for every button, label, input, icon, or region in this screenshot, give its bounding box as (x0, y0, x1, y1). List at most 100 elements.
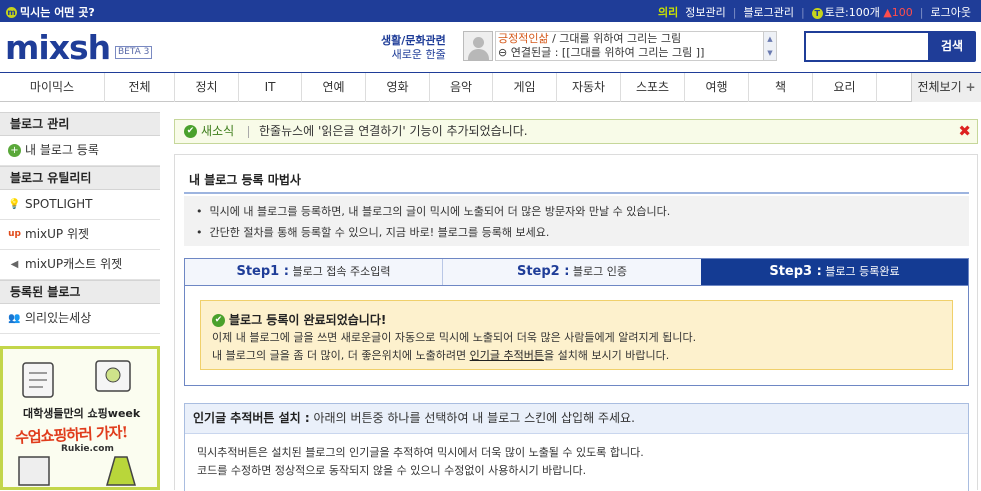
sidebar-item-mixup-widget[interactable]: up mixUP 위젯 (0, 220, 160, 250)
sidebar-item-label: mixUP 위젯 (25, 227, 90, 241)
install-section: 인기글 추적버튼 설치 : 아래의 버튼중 하나를 선택하여 내 블로그 스킨에… (184, 403, 969, 491)
check-icon: ✔ (212, 313, 225, 327)
step-label: 블로그 인증 (569, 265, 628, 278)
tab-politics[interactable]: 정치 (175, 73, 239, 102)
install-desc: 아래의 버튼중 하나를 선택하여 내 블로그 스킨에 삽입해 주세요. (309, 411, 635, 425)
category-label[interactable]: 생활/문화관련 (381, 34, 446, 48)
token-icon: T (811, 8, 823, 19)
step-number: Step3 : (769, 264, 822, 279)
featured-blog-name[interactable]: 긍정적인삶 (498, 32, 549, 45)
notice-text[interactable]: 한줄뉴스에 '읽은글 연결하기' 기능이 추가되었습니다. (259, 120, 528, 143)
help-link[interactable]: m 믹시는 어떤 곳? (6, 4, 95, 20)
token-count: 토큰:100개 (824, 6, 880, 19)
info-box: • 믹시에 내 블로그를 등록하면, 내 블로그의 글이 믹시에 노출되어 더 … (184, 196, 969, 246)
sidebar-item-label: SPOTLIGHT (25, 197, 93, 211)
close-icon[interactable]: ✖ (958, 120, 971, 143)
sidebar-heading-utility: 블로그 유틸리티 (0, 166, 160, 190)
help-link-label: 믹시는 어떤 곳? (20, 6, 95, 19)
link-icon: ⊖ (498, 46, 508, 59)
divider: | (801, 5, 805, 19)
step-3: Step3 : 블로그 등록완료 (701, 259, 968, 285)
token-delta: ▲100 (883, 6, 913, 19)
tab-it[interactable]: IT (239, 73, 302, 102)
tab-movie[interactable]: 영화 (366, 73, 430, 102)
banner-line1: 대학생들만의 쇼핑week (23, 407, 141, 420)
top-bar: m 믹시는 어떤 곳? 의리 정보관리 | 블로그관리 | T 토큰:100개 ▲1… (0, 0, 981, 22)
tab-all[interactable]: 전체 (105, 73, 175, 102)
sidebar-item-my-blog[interactable]: 👥 의리있는세상 (0, 304, 160, 334)
info-line-1: • 믹시에 내 블로그를 등록하면, 내 블로그의 글이 믹시에 노출되어 더 … (196, 205, 671, 218)
add-icon: + (8, 144, 21, 157)
lightbulb-icon: 💡 (8, 199, 21, 210)
info-line-2: • 간단한 절차를 통해 등록할 수 있으니, 지금 바로! 블로그를 등록해 … (196, 226, 550, 239)
step-label: 블로그 등록완료 (821, 265, 900, 278)
plus-icon: + (965, 80, 976, 94)
ad-banner[interactable]: 대학생들만의 쇼핑week 수업쇼핑하러 가자! Rukie.com (0, 346, 160, 490)
step-number: Step1 : (236, 264, 289, 279)
category-nav: 마이믹스 전체 정치 IT 연예 영화 음악 게임 자동차 스포츠 여행 책 요… (0, 72, 981, 102)
tab-sports[interactable]: 스포츠 (621, 73, 685, 102)
sidebar: 블로그 관리 + 내 블로그 등록 블로그 유틸리티 💡 SPOTLIGHT up m… (0, 112, 160, 334)
sidebar-heading-blog-manage: 블로그 관리 (0, 112, 160, 136)
token-link[interactable]: T 토큰:100개 ▲100 (811, 4, 913, 20)
scroll-up-icon[interactable]: ▲ (764, 32, 776, 46)
step-2: Step2 : 블로그 인증 (443, 259, 701, 285)
mixsh-m-icon: m (6, 6, 17, 18)
tab-entertainment[interactable]: 연예 (302, 73, 366, 102)
divider: | (732, 5, 737, 19)
completion-message: ✔ 블로그 등록이 완료되었습니다! 이제 내 블로그에 글을 쓰면 새로운글이 … (200, 300, 953, 370)
register-wizard: 내 블로그 등록 마법사 • 믹시에 내 블로그를 등록하면, 내 블로그의 글… (174, 154, 978, 491)
check-icon: ✔ (184, 125, 197, 138)
step-panel: ✔ 블로그 등록이 완료되었습니다! 이제 내 블로그에 글을 쓰면 새로운글이 … (184, 286, 969, 386)
info-text: 믹시에 내 블로그를 등록하면, 내 블로그의 글이 믹시에 노출되어 더 많은… (209, 205, 671, 218)
sidebar-item-register[interactable]: + 내 블로그 등록 (0, 136, 160, 166)
username-link[interactable]: 의리 (658, 4, 678, 20)
beta-badge: BETA 3 (115, 46, 153, 59)
header: mixsh BETA 3 생활/문화관련 새로운 한줄 긍정적인삶 / 그대를 … (0, 22, 981, 72)
tab-mymix[interactable]: 마이믹스 (0, 73, 105, 102)
up-icon: up (8, 229, 21, 239)
tracking-button-link[interactable]: 인기글 추적버튼 (470, 349, 544, 362)
install-line-1: 믹시추적버튼은 설치된 블로그의 인기글을 추적하여 믹시에서 더욱 많이 노출… (197, 446, 644, 459)
tab-book[interactable]: 책 (749, 73, 813, 102)
logout-link[interactable]: 로그아웃 (931, 4, 971, 20)
step-number: Step2 : (516, 264, 570, 279)
view-all-label: 전체보기 (917, 80, 962, 94)
info-manage-link[interactable]: 정보관리 (685, 4, 725, 20)
completion-text: 내 블로그의 글을 좀 더 많이, 더 좋은위치에 노출하려면 (212, 349, 470, 362)
completion-line-1: 이제 내 블로그에 글을 쓰면 새로운글이 자동으로 믹시에 노출되어 더욱 많… (212, 331, 697, 344)
featured-scroller[interactable]: ▲ ▼ (763, 32, 776, 60)
search-button[interactable]: 검색 (928, 31, 976, 62)
completion-text: 을 설치해 보시기 바랍니다. (543, 349, 670, 362)
info-text: 간단한 절차를 통해 등록할 수 있으니, 지금 바로! 블로그를 등록해 보세… (209, 226, 550, 239)
featured-linked-post: 연결된글 : [[그대를 위하여 그리는 그림 ]] (510, 46, 705, 59)
install-line-2: 코드를 수정하면 정상적으로 동작되지 않을 수 있으니 수정없이 사용하시기 … (197, 464, 587, 477)
install-title: 인기글 추적버튼 설치 : (193, 411, 310, 425)
logo[interactable]: mixsh (5, 28, 111, 67)
tab-travel[interactable]: 여행 (685, 73, 749, 102)
sidebar-item-label: 내 블로그 등록 (25, 143, 99, 157)
blog-manage-link[interactable]: 블로그관리 (743, 4, 794, 20)
tab-car[interactable]: 자동차 (557, 73, 621, 102)
view-all-button[interactable]: 전체보기 + (911, 73, 981, 102)
sidebar-item-spotlight[interactable]: 💡 SPOTLIGHT (0, 190, 160, 220)
divider (248, 126, 249, 138)
featured-category: 생활/문화관련 새로운 한줄 (381, 34, 446, 62)
tab-music[interactable]: 음악 (430, 73, 493, 102)
page-title: 내 블로그 등록 마법사 (189, 173, 301, 187)
sidebar-heading-registered: 등록된 블로그 (0, 280, 160, 304)
divider (184, 192, 969, 194)
news-notice: ✔ 새소식 한줄뉴스에 '읽은글 연결하기' 기능이 추가되었습니다. ✖ (174, 119, 978, 144)
sidebar-item-label: 의리있는세상 (25, 311, 92, 325)
speaker-icon: ◀ (10, 259, 19, 270)
featured-title: / 그대를 위하여 그리는 그림 (548, 32, 682, 45)
sidebar-item-mixup-cast[interactable]: ◀ mixUP캐스트 위젯 (0, 250, 160, 280)
featured-post-box[interactable]: 긍정적인삶 / 그대를 위하여 그리는 그림 ⊖ 연결된글 : [[그대를 위하… (495, 31, 777, 61)
tab-cooking[interactable]: 요리 (813, 73, 877, 102)
banner-site: Rukie.com (61, 444, 114, 454)
avatar (463, 31, 493, 61)
scroll-down-icon[interactable]: ▼ (764, 46, 776, 60)
users-icon: 👥 (8, 313, 21, 324)
tab-game[interactable]: 게임 (493, 73, 557, 102)
step-1: Step1 : 블로그 접속 주소입력 (185, 259, 443, 285)
